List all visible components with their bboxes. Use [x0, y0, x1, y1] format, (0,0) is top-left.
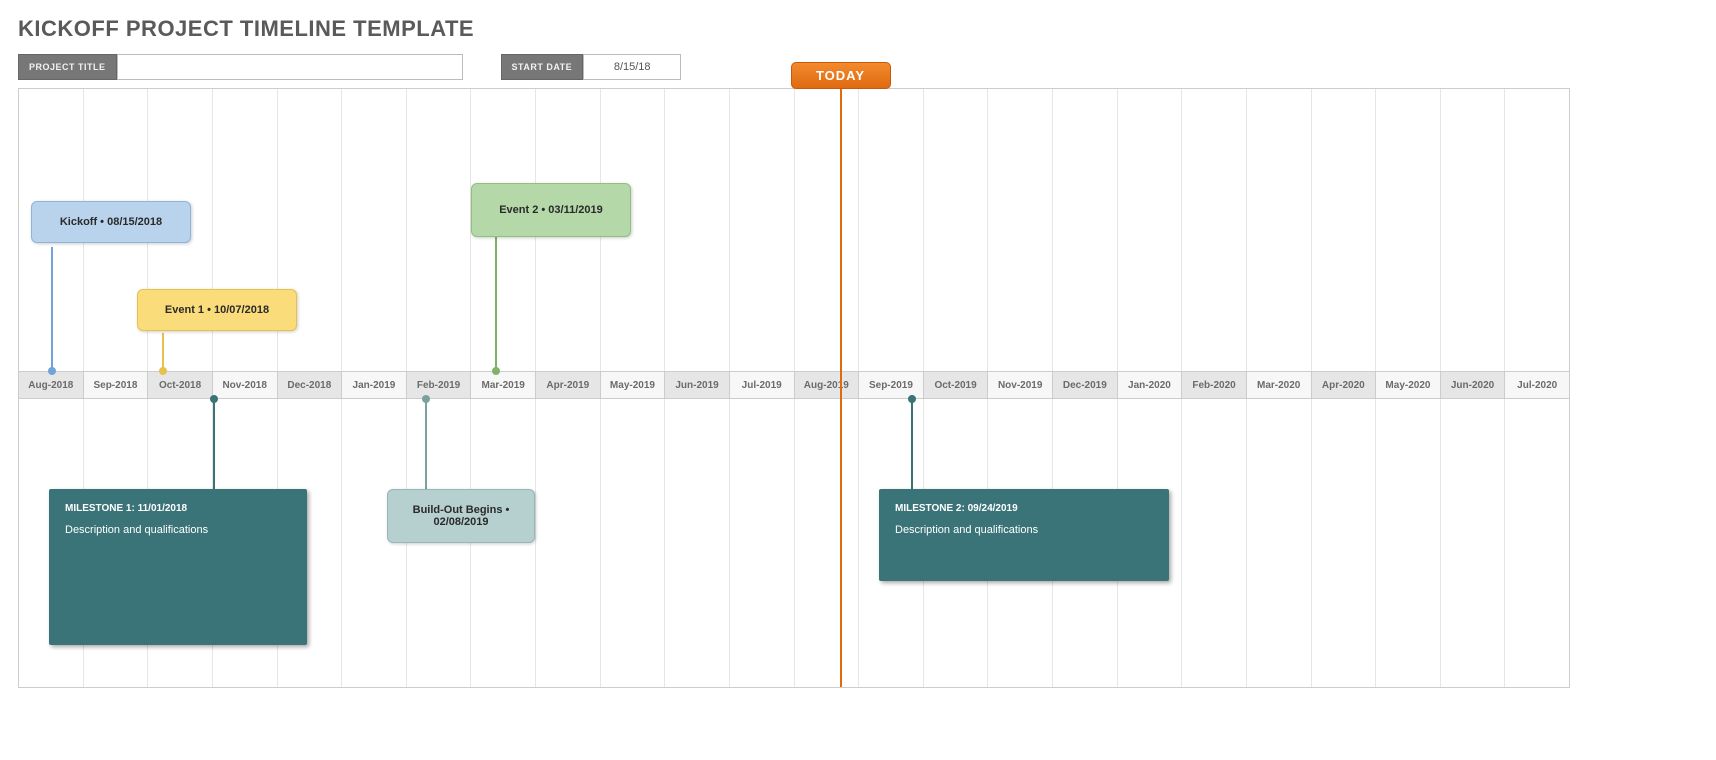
axis-month: Aug-2018 [19, 372, 84, 398]
event-label: Event 1 • 10/07/2018 [165, 304, 269, 316]
axis-month: Apr-2019 [536, 372, 601, 398]
today-badge: TODAY [791, 62, 891, 89]
axis-month: Mar-2020 [1247, 372, 1312, 398]
axis-month: Nov-2018 [213, 372, 278, 398]
milestone-title: MILESTONE 2: 09/24/2019 [895, 503, 1153, 514]
timeline-axis: Aug-2018 Sep-2018 Oct-2018 Nov-2018 Dec-… [19, 371, 1569, 399]
event-1[interactable]: Event 1 • 10/07/2018 [137, 289, 297, 331]
axis-month: Jun-2020 [1441, 372, 1506, 398]
axis-month: Nov-2019 [988, 372, 1053, 398]
axis-month: Aug-2019 [795, 372, 860, 398]
event-stem [495, 236, 497, 371]
axis-month: Dec-2018 [278, 372, 343, 398]
event-stem [162, 333, 164, 371]
axis-month: Sep-2018 [84, 372, 149, 398]
milestone-1[interactable]: MILESTONE 1: 11/01/2018 Description and … [49, 489, 307, 645]
axis-month: Jan-2020 [1118, 372, 1183, 398]
event-label: 02/08/2019 [404, 516, 518, 528]
start-date-value[interactable]: 8/15/18 [583, 54, 681, 80]
axis-month: Dec-2019 [1053, 372, 1118, 398]
axis-month: Oct-2019 [924, 372, 989, 398]
event-kickoff[interactable]: Kickoff • 08/15/2018 [31, 201, 191, 243]
milestone-stem [911, 399, 913, 491]
event-label: Event 2 • 03/11/2019 [499, 204, 603, 216]
event-2[interactable]: Event 2 • 03/11/2019 [471, 183, 631, 237]
axis-month: Jul-2019 [730, 372, 795, 398]
milestone-2[interactable]: MILESTONE 2: 09/24/2019 Description and … [879, 489, 1169, 581]
today-line [840, 89, 842, 687]
axis-month: May-2020 [1376, 372, 1441, 398]
milestone-stem [213, 399, 215, 491]
axis-month: Jun-2019 [665, 372, 730, 398]
event-stem [51, 247, 53, 371]
milestone-title: MILESTONE 1: 11/01/2018 [65, 503, 291, 514]
axis-month: Oct-2018 [148, 372, 213, 398]
event-label: Kickoff • 08/15/2018 [60, 216, 162, 228]
milestone-desc: Description and qualifications [895, 524, 1153, 536]
axis-month: Feb-2019 [407, 372, 472, 398]
project-title-label: PROJECT TITLE [18, 54, 117, 80]
start-date-label: START DATE [501, 54, 584, 80]
event-stem [425, 399, 427, 491]
axis-month: Mar-2019 [471, 372, 536, 398]
axis-month: May-2019 [601, 372, 666, 398]
page-title: KICKOFF PROJECT TIMELINE TEMPLATE [18, 16, 1698, 42]
axis-month: Jan-2019 [342, 372, 407, 398]
axis-month: Jul-2020 [1505, 372, 1569, 398]
axis-month: Apr-2020 [1312, 372, 1377, 398]
project-title-input[interactable] [117, 54, 463, 80]
axis-month: Sep-2019 [859, 372, 924, 398]
event-label: Build-Out Begins • [404, 504, 518, 516]
axis-month: Feb-2020 [1182, 372, 1247, 398]
event-buildout[interactable]: Build-Out Begins • 02/08/2019 [387, 489, 535, 543]
timeline: TODAY Aug-2018 Sep-2018 Oct-2018 Nov-201… [18, 88, 1570, 688]
milestone-desc: Description and qualifications [65, 524, 291, 536]
